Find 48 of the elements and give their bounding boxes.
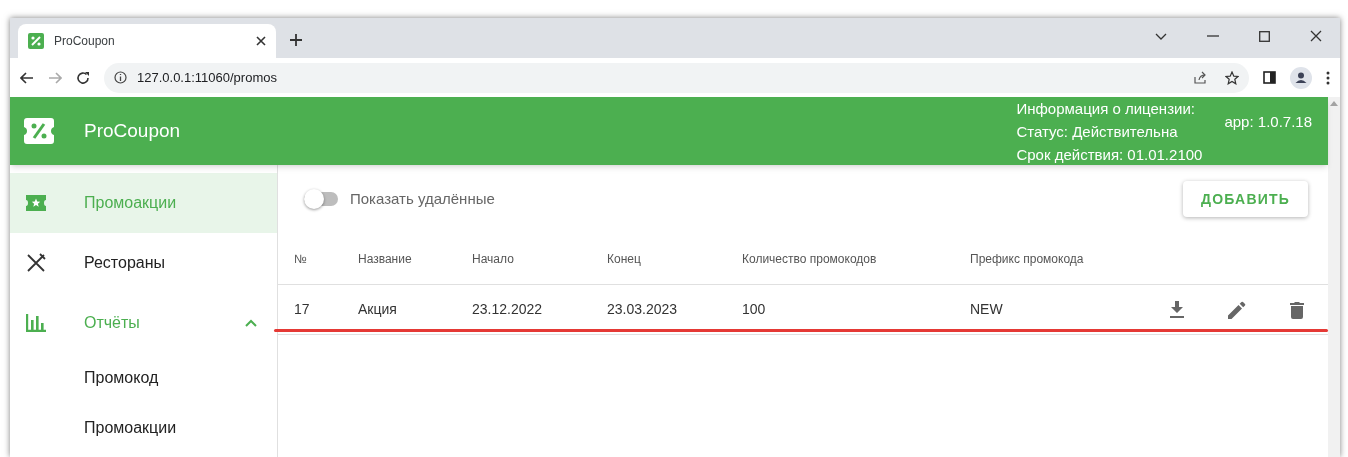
column-header: Начало xyxy=(472,250,515,268)
browser-tab[interactable]: ProCoupon xyxy=(18,24,276,58)
ticket-icon xyxy=(26,195,46,211)
trash-icon[interactable] xyxy=(1290,300,1304,319)
url-text: 127.0.0.1:11060/promos xyxy=(137,68,278,87)
download-icon[interactable] xyxy=(1170,301,1184,318)
chevron-up-icon xyxy=(245,319,257,327)
column-header: Количество промокодов xyxy=(742,250,878,268)
share-icon[interactable] xyxy=(1193,70,1207,85)
app-title: ProCoupon xyxy=(84,118,182,143)
license-line: Статус: Действительна xyxy=(1016,121,1179,142)
column-header: Название xyxy=(358,250,413,268)
sidebar-subitem[interactable]: Промоакции xyxy=(10,403,277,453)
reload-icon[interactable] xyxy=(76,70,90,85)
table-cell-text: 23.12.2022 xyxy=(472,300,544,319)
info-icon xyxy=(114,71,127,84)
sidebar-subitem[interactable]: Промокод xyxy=(10,353,277,403)
menu-icon[interactable] xyxy=(1326,70,1330,85)
table-cell-text: 23.03.2023 xyxy=(607,300,679,319)
toggle-switch[interactable] xyxy=(304,189,340,209)
column-header: № xyxy=(294,250,308,268)
coupon-icon xyxy=(28,33,44,49)
table-cell-text: 100 xyxy=(742,300,767,319)
chevron-down-icon[interactable] xyxy=(1155,32,1167,40)
table-cell-text: 17 xyxy=(294,300,311,319)
table-cell-text: Акция xyxy=(358,300,398,319)
address-field[interactable]: 127.0.0.1:11060/promos xyxy=(104,62,1249,93)
column-header: Конец xyxy=(607,250,642,268)
profile-icon[interactable] xyxy=(1290,66,1312,89)
star-icon[interactable] xyxy=(1225,70,1239,85)
column-header: Префикс промокода xyxy=(970,250,1085,268)
back-icon[interactable] xyxy=(20,71,34,84)
sidebar-item[interactable]: Рестораны xyxy=(10,233,277,293)
bar-chart-icon xyxy=(26,314,46,332)
table-cell-text: NEW xyxy=(970,300,1004,319)
side-panel-icon[interactable] xyxy=(1263,71,1276,84)
close-icon[interactable] xyxy=(1310,30,1322,42)
close-icon[interactable] xyxy=(256,36,266,46)
cutlery-icon xyxy=(26,253,46,273)
maximize-icon[interactable] xyxy=(1259,30,1270,42)
toggle-label: Показать удалённые xyxy=(350,188,496,209)
new-tab-icon[interactable] xyxy=(290,34,302,46)
license-line: Срок действия: 01.01.2100 xyxy=(1016,144,1203,165)
tab-title: ProCoupon xyxy=(54,33,116,50)
coupon-icon xyxy=(24,118,54,144)
edit-icon[interactable] xyxy=(1228,300,1246,319)
license-line: Информация о лицензии: xyxy=(1016,98,1196,119)
app-version: app: 1.0.7.18 xyxy=(1224,112,1312,132)
